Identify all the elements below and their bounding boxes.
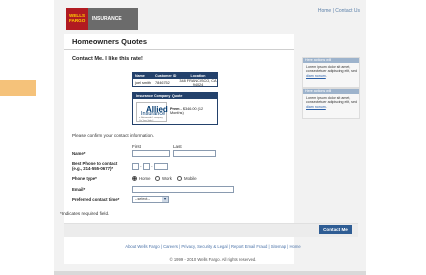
quote-header-company: Insurance Company [136, 94, 171, 98]
phone-type-work-label: Work [162, 176, 172, 181]
sidebar-box-text: Lorem ipsum dolor sit amet, consectetuer… [306, 65, 357, 74]
last-name-input[interactable] [173, 150, 216, 157]
summary-customer-id: 7846752 [155, 80, 170, 85]
phone-label: Best Phone to contact (e.g., 214-555-067… [72, 161, 117, 171]
allied-tagline: a Nationwide® company On Your Side® [139, 117, 163, 122]
top-links[interactable]: Home | Contact Us [318, 8, 360, 14]
allied-insurance-logo: Allied Insurance a Nationwide® company O… [136, 102, 168, 122]
footer-copyright: © 1999 - 2010 Wells Fargo. All rights re… [169, 257, 257, 262]
sidebar-action-box: Here actions will Lorem ipsum dolor sit … [302, 88, 360, 119]
sidebar-box-text: Lorem ipsum dolor sit amet, consectetuer… [306, 96, 357, 105]
first-name-input[interactable] [132, 150, 170, 157]
phone-type-mobile-label: Mobile [184, 176, 197, 181]
radio-unselected-icon [177, 176, 182, 181]
summary-name: joel smith [135, 80, 152, 85]
summary-header-customer-id: Customer ID [155, 74, 177, 78]
title-divider [64, 49, 294, 50]
page-title: Homeowners Quotes [72, 37, 148, 46]
contact-time-value: --select-- [135, 197, 150, 201]
required-field-note: *Indicates required field. [60, 211, 110, 216]
email-label: Email* [72, 187, 86, 192]
summary-header-name: Name [135, 74, 145, 78]
radio-selected-icon [132, 176, 137, 181]
phone-line-input[interactable] [154, 163, 168, 170]
phone-type-home-radio[interactable]: Home [132, 176, 150, 181]
radio-unselected-icon [155, 176, 160, 181]
form-action-bar [64, 223, 358, 237]
first-name-caption: First [132, 144, 141, 149]
logo-suffix: INSURANCE [92, 16, 122, 22]
quote-table: Insurance Company Quote Allied Insurance… [132, 92, 218, 125]
sidebar-box-link[interactable]: diam nonum [306, 105, 326, 109]
summary-location: 348 FRANCISCO, CA 94024 [179, 78, 217, 87]
email-input[interactable] [132, 186, 234, 193]
customer-summary-table: Name Customer ID Location joel smith 784… [132, 72, 218, 87]
sidebar-box-body: Lorem ipsum dolor sit amet, consectetuer… [306, 65, 357, 78]
phone-area-code-input[interactable] [132, 163, 139, 170]
phone-type-mobile-radio[interactable]: Mobile [177, 176, 197, 181]
logo-line-2: FARGO [69, 18, 86, 24]
name-label: Name* [72, 151, 86, 156]
page-frame-bottom [54, 271, 366, 275]
summary-data-row: joel smith 7846752 348 FRANCISCO, CA 940… [133, 78, 217, 87]
form-intro: Please confirm your contact information. [72, 133, 154, 138]
phone-label-line-2: (e.g., 214-555-0677)* [72, 166, 114, 171]
page-subtitle: Contact Me. I like this rate! [72, 56, 143, 62]
phone-prefix-input[interactable] [143, 163, 150, 170]
last-name-caption: Last [173, 144, 182, 149]
summary-header-location: Location [190, 74, 206, 78]
sidebar-action-box: Here actions will Lorem ipsum dolor sit … [302, 57, 360, 88]
side-accent-tab [0, 80, 36, 96]
allied-tagline-2: On Your Side® [139, 119, 154, 122]
quote-header-row: Insurance Company Quote [133, 93, 217, 99]
contact-me-button[interactable]: Contact Me [319, 225, 352, 234]
chevron-down-icon: ▼ [162, 197, 168, 202]
phone-type-work-radio[interactable]: Work [155, 176, 172, 181]
wells-fargo-mark: WELLS FARGO [66, 8, 88, 30]
wells-fargo-logo[interactable]: WELLS FARGO INSURANCE [66, 8, 138, 30]
contact-time-select[interactable]: --select-- ▼ [132, 196, 169, 203]
phone-type-label: Phone type* [72, 176, 97, 181]
quote-header-quote: Quote [172, 94, 183, 98]
sidebar-box-link[interactable]: diam nonum [306, 74, 326, 78]
quote-premium: Prem - $346.00 (12 Months) [170, 107, 217, 115]
phone-type-home-label: Home [139, 176, 151, 181]
phone-dash-separator: - [140, 164, 142, 169]
sidebar-box-body: Lorem ipsum dolor sit amet, consectetuer… [306, 96, 357, 109]
phone-dash-separator: - [151, 164, 153, 169]
contact-time-label: Preferred contact time* [72, 197, 120, 202]
footer-links[interactable]: About Wells Fargo | Careers | Privacy, S… [0, 244, 426, 249]
